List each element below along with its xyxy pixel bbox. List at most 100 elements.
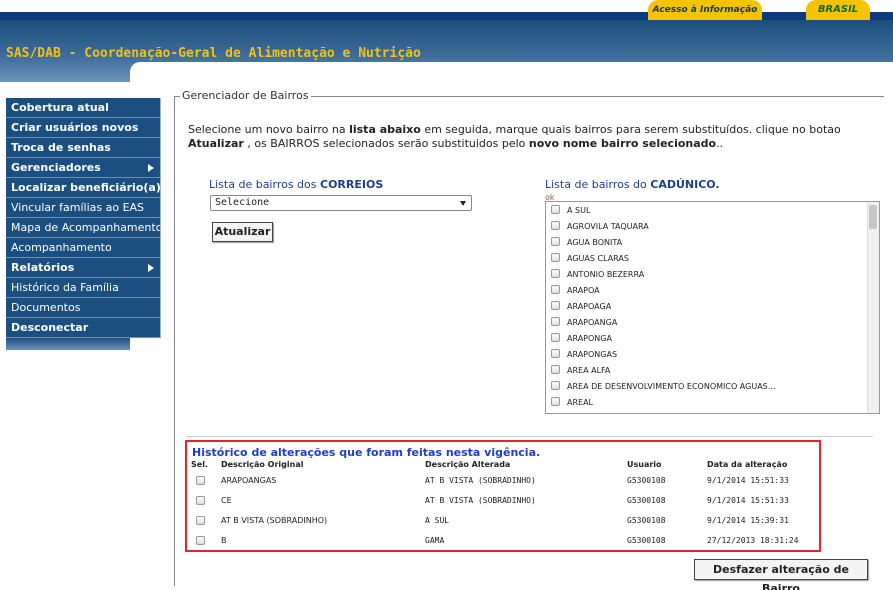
- bairro-option-label: AGROVILA TAQUARA: [567, 222, 649, 231]
- correios-label: Lista de bairros dos CORREIOS: [209, 178, 383, 191]
- cadunico-bairro-list[interactable]: A SUL AGROVILA TAQUARA AGUA BONITA AGUAS CL…: [545, 201, 880, 414]
- correios-label-prefix: Lista de bairros dos: [209, 178, 320, 191]
- cell-original: AT B VISTA (SOBRADINHO): [221, 516, 328, 525]
- cell-original: CE: [221, 496, 232, 505]
- cell-alterada: AT B VISTA (SOBRADINHO): [425, 496, 536, 505]
- cadunico-label: Lista de bairros do CADÚNICO.: [545, 178, 720, 191]
- sidebar-item-label: Documentos: [11, 301, 81, 314]
- bairro-option-label: ARAPOAGA: [567, 302, 612, 311]
- cell-usuario: G5300108: [627, 476, 666, 485]
- cell-alterada: A SUL: [425, 516, 450, 525]
- instructions-part: ..: [716, 137, 724, 150]
- sidebar-item[interactable]: Desconectar: [6, 318, 161, 338]
- sidebar-item[interactable]: Criar usuários novos: [6, 118, 161, 138]
- bairro-checkbox[interactable]: [551, 269, 560, 278]
- cell-original: ARAPOANGAS: [221, 476, 277, 485]
- sidebar-item[interactable]: Localizar beneficiário(a): [6, 178, 161, 198]
- sidebar-item-label: Cobertura atual: [11, 101, 109, 114]
- row-select-checkbox[interactable]: [196, 496, 205, 505]
- bairro-option-label: ARAPOA: [567, 286, 600, 295]
- column-header: Data da alteração: [707, 460, 788, 469]
- bairro-option-label: ARAPONGAS: [567, 350, 618, 359]
- bairro-checkbox[interactable]: [551, 333, 560, 342]
- cadunico-label-prefix: Lista de bairros do: [545, 178, 651, 191]
- sidebar-item-label: Desconectar: [11, 321, 89, 334]
- bairro-checkbox[interactable]: [551, 253, 560, 262]
- row-select-checkbox[interactable]: [196, 536, 205, 545]
- cell-data: 9/1/2014 15:39:31: [707, 516, 789, 525]
- list-scrollbar[interactable]: [867, 202, 879, 413]
- sidebar-item-label: Troca de senhas: [11, 141, 111, 154]
- sidebar-item[interactable]: Gerenciadores: [6, 158, 161, 178]
- row-select-checkbox[interactable]: [196, 516, 205, 525]
- sidebar-item-label: Histórico da Família: [11, 281, 119, 294]
- page-title: SAS/DAB - Coordenação-Geral de Alimentaç…: [6, 46, 421, 61]
- cell-data: 9/1/2014 15:51:33: [707, 496, 789, 505]
- bairro-checkbox[interactable]: [551, 205, 560, 214]
- bairro-checkbox[interactable]: [551, 381, 560, 390]
- section-divider: [186, 436, 873, 437]
- cell-usuario: G5300108: [627, 536, 666, 545]
- row-select-checkbox[interactable]: [196, 476, 205, 485]
- bairro-option-label: AGUA BONITA: [567, 238, 623, 247]
- correios-label-bold: CORREIOS: [320, 178, 384, 191]
- sidebar-item-label: Relatórios: [11, 261, 75, 274]
- instructions-text: Selecione um novo bairro na lista abaixo…: [188, 123, 868, 151]
- bairro-checkbox[interactable]: [551, 285, 560, 294]
- bairro-option-label: ARAPOANGA: [567, 318, 618, 327]
- fieldset-legend: Gerenciador de Bairros: [180, 89, 311, 102]
- cell-original: B: [221, 536, 227, 545]
- sidebar-item[interactable]: Documentos: [6, 298, 161, 318]
- history-box: Histórico de alterações que foram feitas…: [185, 440, 821, 552]
- atualizar-button[interactable]: Atualizar: [212, 222, 273, 242]
- instructions-part: em seguida, marque quais bairros para se…: [420, 123, 841, 136]
- sidebar-item[interactable]: Histórico da Família: [6, 278, 161, 298]
- instructions-bold: Atualizar: [188, 137, 244, 150]
- sidebar-item[interactable]: Mapa de Acompanhamento: [6, 218, 161, 238]
- cell-alterada: AT B VISTA (SOBRADINHO): [425, 476, 536, 485]
- header-banner: SAS/DAB - Coordenação-Geral de Alimentaç…: [0, 20, 893, 82]
- bairro-checkbox[interactable]: [551, 349, 560, 358]
- bairro-checkbox[interactable]: [551, 397, 560, 406]
- column-header: Descrição Alterada: [425, 460, 511, 469]
- sidebar-item[interactable]: Vincular famílias ao EAS: [6, 198, 161, 218]
- bairro-checkbox[interactable]: [551, 237, 560, 246]
- cell-data: 27/12/2013 18:31:24: [707, 536, 799, 545]
- sidebar-item[interactable]: Troca de senhas: [6, 138, 161, 158]
- column-header: Usuario: [627, 460, 662, 469]
- header-notch: [130, 62, 893, 82]
- sidebar-item-label: Mapa de Acompanhamento: [11, 221, 161, 234]
- sidebar-item[interactable]: Relatórios: [6, 258, 161, 278]
- cell-usuario: G5300108: [627, 516, 666, 525]
- cell-data: 9/1/2014 15:51:33: [707, 476, 789, 485]
- bairro-checkbox[interactable]: [551, 365, 560, 374]
- cadunico-label-bold: CADÚNICO.: [650, 178, 720, 191]
- undo-change-button[interactable]: Desfazer alteração de Bairro: [694, 559, 868, 590]
- correios-bairro-select[interactable]: Selecione: [210, 195, 472, 211]
- brasil-logo[interactable]: BRASIL: [806, 0, 870, 20]
- sidebar-item[interactable]: Acompanhamento: [6, 238, 161, 258]
- sidebar-item-label: Acompanhamento: [11, 241, 112, 254]
- bairro-option-label: AREA DE DESENVOLVIMENTO ECONOMICO AGUAS.…: [567, 382, 776, 391]
- instructions-bold: novo nome bairro selecionado: [528, 137, 717, 150]
- bairro-checkbox[interactable]: [551, 221, 560, 230]
- acesso-informacao-link[interactable]: Acesso à Informação: [648, 0, 762, 20]
- bairro-checkbox[interactable]: [551, 317, 560, 326]
- bairro-option-label: AGUAS CLARAS: [567, 254, 629, 263]
- sidebar-item-label: Criar usuários novos: [11, 121, 139, 134]
- bairro-option-label: AREA ALFA: [567, 366, 611, 375]
- submenu-arrow-icon: [148, 164, 154, 172]
- correios-select-value: Selecione: [215, 197, 270, 208]
- sidebar-item-label: Localizar beneficiário(a): [11, 181, 161, 194]
- chevron-down-icon: [460, 201, 466, 206]
- sidebar-item[interactable]: Cobertura atual: [6, 98, 161, 118]
- scrollbar-thumb[interactable]: [869, 205, 877, 229]
- bairro-option-label: AREAL: [567, 398, 594, 407]
- sidebar-item-label: Gerenciadores: [11, 161, 101, 174]
- instructions-part: Selecione um novo bairro na: [188, 123, 350, 136]
- bairro-option-label: ANTONIO BEZERRA: [567, 270, 645, 279]
- sidebar-footer: [6, 338, 130, 350]
- list-item[interactable]: AREAL: [551, 397, 594, 413]
- bairro-checkbox[interactable]: [551, 301, 560, 310]
- history-title: Histórico de alterações que foram feitas…: [192, 446, 541, 459]
